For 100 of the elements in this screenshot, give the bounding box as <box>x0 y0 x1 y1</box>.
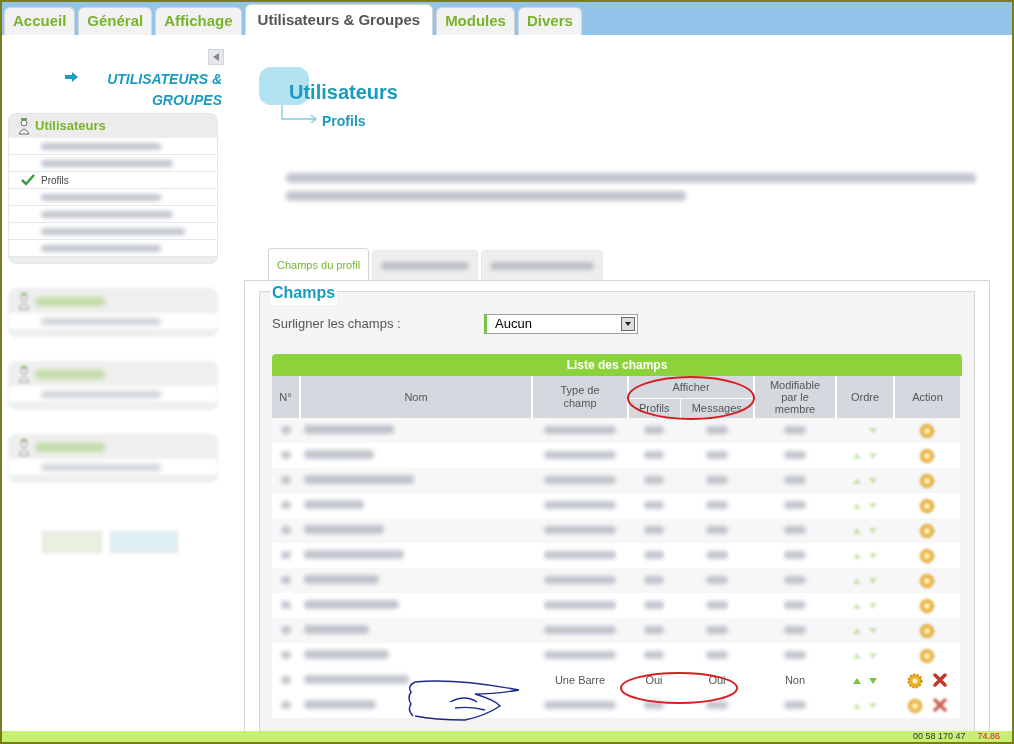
nav-tab[interactable]: Utilisateurs & Groupes <box>244 4 434 35</box>
blurred-text <box>35 442 105 452</box>
blurred-text <box>706 626 728 635</box>
menu-item[interactable]: Profils <box>9 172 217 189</box>
delete-icon[interactable] <box>933 697 947 712</box>
blurred-text <box>544 626 616 635</box>
user-icon <box>17 365 31 383</box>
column-header: Type de champ <box>532 376 628 418</box>
gear-icon[interactable] <box>907 697 923 714</box>
gear-icon[interactable] <box>919 647 935 664</box>
blurred-text <box>706 476 728 485</box>
triangle-left-icon <box>212 53 220 61</box>
menu-title: Utilisateurs <box>35 117 106 136</box>
blurred-text <box>35 369 105 379</box>
blurred-text <box>281 626 291 635</box>
checkmark-icon <box>21 174 35 186</box>
user-icon <box>17 438 31 456</box>
content-tab[interactable] <box>481 250 604 280</box>
blurred-text <box>544 476 616 485</box>
blurred-text <box>544 651 616 660</box>
section-heading: UTILISATEURS & GROUPES <box>106 70 222 110</box>
blurred-text <box>784 451 806 460</box>
table-caption: Liste des champs <box>272 354 962 376</box>
blurred-text <box>644 526 664 535</box>
blurred-button[interactable] <box>110 531 178 553</box>
blurred-text <box>644 501 664 510</box>
table-cell: Oui <box>628 668 680 693</box>
user-icon <box>17 292 31 310</box>
gear-icon[interactable] <box>919 447 935 464</box>
blurred-text <box>544 601 616 610</box>
gear-icon[interactable] <box>919 472 935 489</box>
content-tab[interactable]: Champs du profil <box>268 248 370 281</box>
blurred-text <box>281 501 291 510</box>
blurred-text <box>304 450 374 460</box>
blurred-text <box>281 426 291 435</box>
blurred-text <box>304 700 376 710</box>
nav-tab[interactable]: Général <box>78 7 153 35</box>
gear-icon[interactable] <box>919 422 935 439</box>
blurred-text <box>281 701 291 710</box>
page-title: Utilisateurs <box>289 80 398 105</box>
connector-arrow-icon <box>281 105 319 123</box>
blurred-text <box>544 551 616 560</box>
blurred-text <box>544 701 616 710</box>
blurred-text <box>281 601 291 610</box>
blurred-text <box>544 501 616 510</box>
blurred-button[interactable] <box>42 531 102 553</box>
blurred-text <box>35 296 105 306</box>
nav-tab[interactable]: Modules <box>436 7 515 35</box>
blurred-text <box>281 476 291 485</box>
arrow-down-icon[interactable] <box>868 676 878 685</box>
content-tab[interactable] <box>372 250 479 280</box>
blurred-text <box>281 526 291 535</box>
blurred-text <box>644 651 664 660</box>
blurred-text <box>304 625 369 635</box>
blurred-text <box>784 526 806 535</box>
column-header: Modifiable par le membre <box>754 376 836 418</box>
blurred-text <box>706 526 728 535</box>
blurred-text <box>644 426 664 435</box>
blurred-text <box>706 576 728 585</box>
blurred-text <box>784 601 806 610</box>
gear-icon[interactable] <box>919 522 935 539</box>
blurred-text <box>544 426 616 435</box>
blurred-text <box>784 626 806 635</box>
arrow-up-icon[interactable] <box>852 676 862 685</box>
gear-icon[interactable] <box>919 497 935 514</box>
blurred-text <box>706 501 728 510</box>
nav-tab[interactable]: Affichage <box>155 7 242 35</box>
blurred-text <box>706 651 728 660</box>
highlight-select[interactable]: Aucun <box>484 314 638 334</box>
status-value: 74.86 <box>977 732 1000 741</box>
gear-icon[interactable] <box>907 672 923 689</box>
blurred-text <box>784 551 806 560</box>
blurred-text <box>644 626 664 635</box>
blurred-text <box>784 701 806 710</box>
delete-icon[interactable] <box>933 672 947 687</box>
blurred-text <box>644 576 664 585</box>
table-cell: Non <box>754 668 836 693</box>
nav-tab[interactable]: Divers <box>517 7 582 35</box>
gear-icon[interactable] <box>919 547 935 564</box>
status-coordinates: 00 58 170 47 <box>912 732 966 741</box>
blurred-text <box>644 551 664 560</box>
arrow-right-icon <box>65 72 78 82</box>
blurred-text <box>784 501 806 510</box>
gear-icon[interactable] <box>919 622 935 639</box>
blurred-text <box>784 476 806 485</box>
blurred-text <box>544 451 616 460</box>
blurred-text <box>281 451 291 460</box>
blurred-text <box>644 476 664 485</box>
blurred-text <box>784 651 806 660</box>
nav-tab[interactable]: Accueil <box>4 7 76 35</box>
collapse-button[interactable] <box>208 49 224 65</box>
blurred-text <box>706 601 728 610</box>
field-label: Surligner les champs : <box>272 315 402 334</box>
column-header: Messages <box>680 398 754 418</box>
blurred-text <box>644 601 664 610</box>
blurred-text <box>644 451 664 460</box>
gear-icon[interactable] <box>919 572 935 589</box>
blurred-text <box>706 451 728 460</box>
blurred-text <box>784 426 806 435</box>
gear-icon[interactable] <box>919 597 935 614</box>
